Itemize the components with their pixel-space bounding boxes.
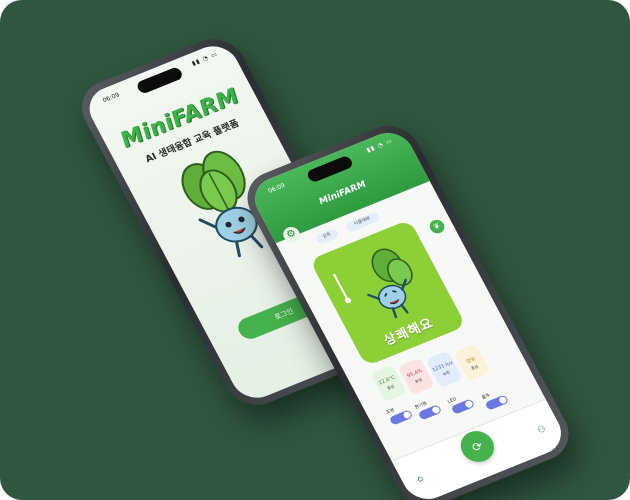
center-action-button[interactable]: ⟳: [455, 426, 500, 467]
user-icon[interactable]: ⚇: [536, 424, 548, 436]
status-time: 06:09: [267, 182, 287, 195]
signal-icon: ▮▮ ◔ ▭: [190, 50, 220, 68]
thermometer-icon: [333, 273, 352, 304]
home-icon[interactable]: ⌂: [415, 474, 425, 485]
canvas: 06:09 ▮▮ ◔ ▭ MiniFARM AI 생태융합 교육 플랫폼 로그인: [0, 0, 630, 500]
plant-card: 상쾌해요: [309, 219, 467, 367]
chip-grow[interactable]: 식물재배: [344, 211, 381, 233]
chip-plant[interactable]: 상추: [314, 227, 340, 245]
leaf-icon[interactable]: ❦: [427, 217, 447, 236]
toggle-led: LED: [447, 389, 485, 420]
status-time: 06:09: [101, 91, 121, 105]
dynamic-island: [135, 66, 185, 95]
